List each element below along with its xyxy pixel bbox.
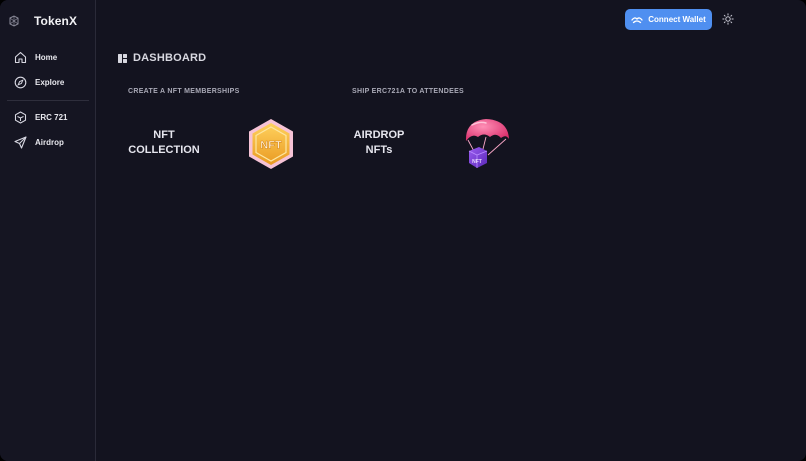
sun-icon xyxy=(722,13,734,25)
page-title: DASHBOARD xyxy=(133,52,207,64)
sidebar-item-label: Airdrop xyxy=(35,137,64,147)
sidebar-divider xyxy=(7,100,89,101)
tokenx-logo-icon xyxy=(8,15,20,27)
sidebar-item-airdrop[interactable]: Airdrop xyxy=(14,133,64,151)
connect-wallet-button[interactable]: Connect Wallet xyxy=(625,9,712,30)
cube-icon xyxy=(14,110,27,124)
sidebar-item-home[interactable]: Home xyxy=(14,48,57,66)
card-title-line: NFTs xyxy=(365,144,393,156)
nft-collection-title: NFT COLLECTION xyxy=(118,128,210,158)
sidebar-item-explore[interactable]: Explore xyxy=(14,73,64,91)
sidebar: TokenX Home Explore ERC 721 Airdrop xyxy=(0,0,96,461)
parachute-box-text: NFT xyxy=(472,159,482,165)
app-window: TokenX Home Explore ERC 721 Airdrop Conn… xyxy=(0,0,806,461)
sidebar-item-label: Explore xyxy=(35,77,65,87)
home-icon xyxy=(14,51,27,64)
brand[interactable]: TokenX xyxy=(8,12,77,30)
airdrop-nfts-title: AIRDROP NFTs xyxy=(330,128,428,158)
sidebar-item-label: Home xyxy=(35,52,58,62)
nft-collection-card[interactable]: NFT COLLECTION NFT xyxy=(118,114,308,180)
theme-toggle[interactable] xyxy=(722,13,734,25)
card-title-line: AIRDROP xyxy=(353,129,405,141)
card-title-line: NFT xyxy=(153,129,175,141)
send-icon xyxy=(14,135,27,149)
sidebar-item-label: ERC 721 xyxy=(35,112,68,122)
section-label-ship-erc721a: SHIP ERC721A TO ATTENDEES xyxy=(352,88,465,95)
card-title-line: COLLECTION xyxy=(128,144,200,156)
airdrop-nfts-card[interactable]: AIRDROP NFTs NFT xyxy=(330,114,530,180)
page-heading: DASHBOARD xyxy=(118,52,206,64)
app-name: TokenX xyxy=(34,14,78,28)
wallet-icon xyxy=(631,15,643,25)
dashboard-icon xyxy=(118,53,127,63)
nft-badge-icon: NFT xyxy=(247,118,295,175)
sidebar-item-erc721[interactable]: ERC 721 xyxy=(14,108,67,126)
compass-icon xyxy=(14,76,27,89)
nft-badge-text: NFT xyxy=(260,140,282,152)
connect-wallet-label: Connect Wallet xyxy=(648,15,706,24)
parachute-icon: NFT xyxy=(462,117,512,178)
section-label-nft-memberships: CREATE A NFT MEMBERSHIPS xyxy=(128,88,240,95)
